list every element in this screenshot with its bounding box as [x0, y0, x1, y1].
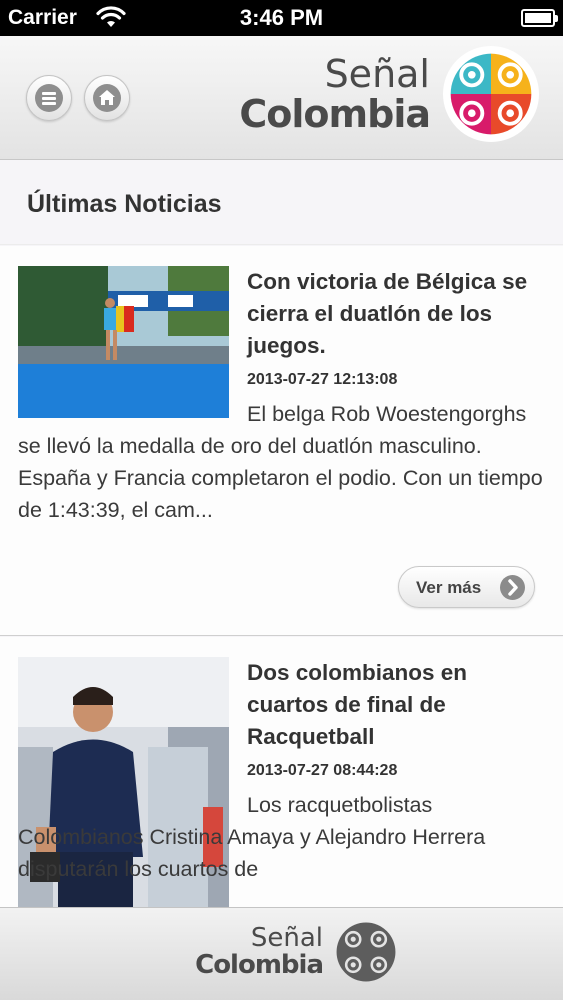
brand-line2: Colombia	[239, 92, 431, 136]
news-title[interactable]: Con victoria de Bélgica se cierra el dua…	[247, 266, 537, 362]
news-summary: El belga Rob Woestengorghs se llevó la m…	[18, 402, 543, 522]
brand-logo-text: Señal Colombia	[239, 52, 431, 136]
clock: 3:46 PM	[239, 5, 324, 30]
home-icon	[93, 84, 121, 112]
footer-brand-line1: Señal	[250, 923, 323, 953]
news-date: 2013-07-27 12:13:08	[247, 371, 398, 388]
menu-button[interactable]	[26, 75, 72, 121]
news-summary: Los racquetbolistas Colombianos Cristina…	[18, 793, 486, 881]
chevron-right-icon	[500, 575, 525, 600]
menu-icon	[35, 84, 63, 112]
footer-brand-line2: Colombia	[195, 950, 324, 980]
brand-logo-icon	[443, 46, 539, 142]
battery-icon	[521, 9, 558, 27]
app-header: Señal Colombia	[0, 36, 563, 160]
status-bar: Carrier 3:46 PM	[0, 0, 563, 36]
brand-line1: Señal	[324, 52, 430, 96]
news-date: 2013-07-27 08:44:28	[247, 762, 398, 779]
news-section-header: Últimas Noticias	[0, 161, 563, 245]
news-item[interactable]: Dos colombianos en cuartos de final de R…	[0, 637, 563, 917]
news-title[interactable]: Dos colombianos en cuartos de final de R…	[247, 657, 537, 753]
read-more-button[interactable]: Ver más	[398, 566, 535, 608]
section-title: Últimas Noticias	[27, 190, 222, 218]
read-more-label: Ver más	[416, 578, 482, 597]
footer-logo-text: Señal Colombia	[195, 923, 324, 980]
footer-logo-icon	[336, 922, 396, 982]
home-button[interactable]	[84, 75, 130, 121]
news-thumbnail[interactable]	[18, 266, 229, 418]
news-item[interactable]: Con victoria de Bélgica se cierra el dua…	[0, 246, 563, 636]
app-footer: Señal Colombia	[0, 907, 563, 1000]
